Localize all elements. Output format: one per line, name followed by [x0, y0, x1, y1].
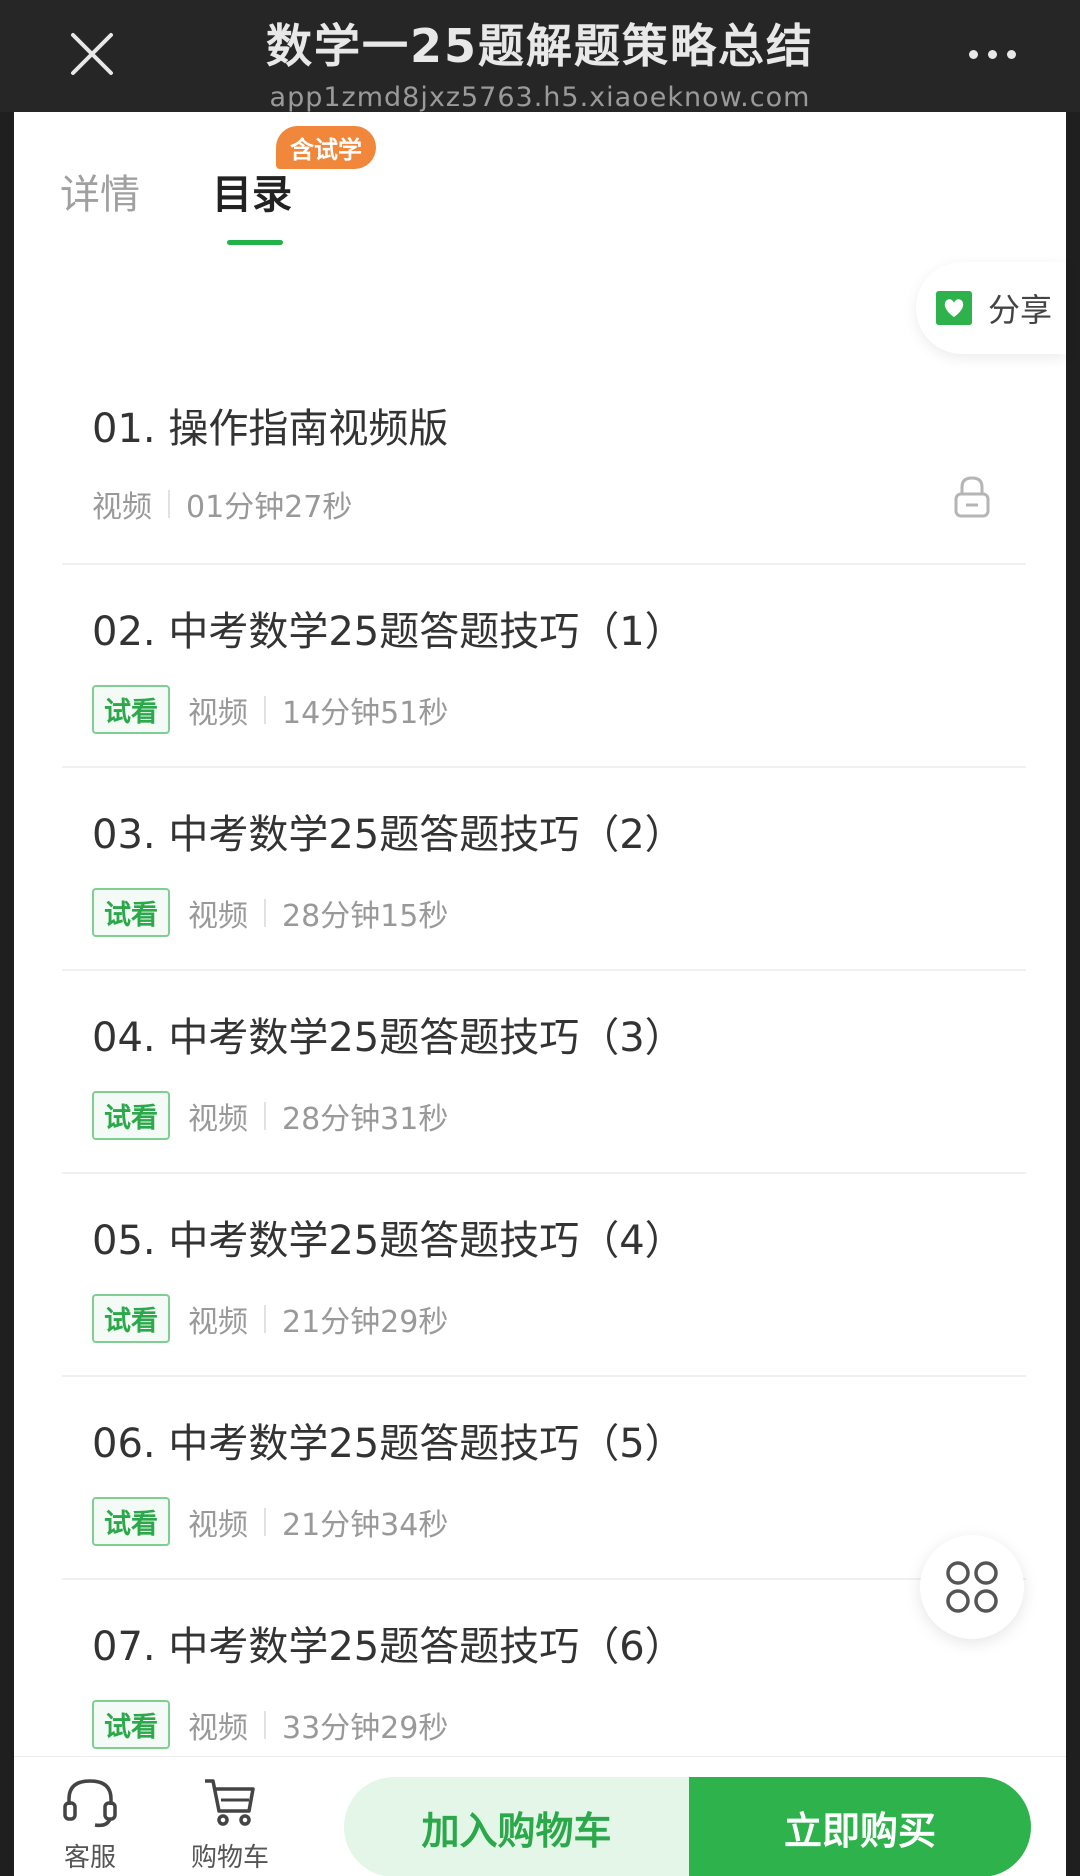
headset-icon	[63, 1779, 117, 1828]
lesson-type: 视频	[188, 1507, 248, 1543]
divider	[264, 1101, 266, 1130]
bottom-action-bar: 客服 购物车 加入购物车 立即购买	[14, 1756, 1066, 1876]
page-title: 数学一25题解题策略总结	[265, 19, 814, 73]
lesson-item[interactable]: 07. 中考数学25题答题技巧（6） 试看 视频 33分钟29秒	[62, 1580, 1026, 1783]
divider	[264, 1507, 266, 1536]
lesson-duration: 28分钟15秒	[282, 898, 449, 934]
more-dot-icon	[968, 49, 978, 59]
content-panel: 详情 目录 含试学 分享 01. 操作指南视频版 视频 01分钟27秒 02. …	[14, 112, 1066, 1876]
lesson-type: 视频	[188, 695, 248, 731]
customer-service-label: 客服	[63, 1843, 116, 1873]
share-button[interactable]: 分享	[916, 262, 1066, 354]
lesson-type: 视频	[188, 898, 248, 934]
lesson-duration: 21分钟29秒	[282, 1304, 449, 1340]
cart-button[interactable]: 购物车	[190, 1775, 270, 1874]
lesson-item[interactable]: 01. 操作指南视频版 视频 01分钟27秒	[62, 362, 1026, 565]
trial-tag: 试看	[92, 888, 170, 937]
lesson-title: 04. 中考数学25题答题技巧（3）	[92, 1015, 685, 1061]
lesson-type: 视频	[188, 1710, 248, 1746]
trial-tag: 试看	[92, 1497, 170, 1546]
lesson-meta: 试看 视频 21分钟29秒	[92, 1294, 448, 1343]
lesson-meta: 视频 01分钟27秒	[92, 482, 352, 526]
share-label: 分享	[988, 291, 1053, 329]
lesson-item[interactable]: 03. 中考数学25题答题技巧（2） 试看 视频 28分钟15秒	[62, 768, 1026, 971]
divider	[264, 1304, 266, 1333]
lesson-item[interactable]: 04. 中考数学25题答题技巧（3） 试看 视频 28分钟31秒	[62, 971, 1026, 1174]
more-dot-icon	[987, 49, 997, 59]
lesson-meta: 试看 视频 33分钟29秒	[92, 1700, 448, 1749]
share-icon	[936, 291, 972, 325]
trial-tag: 试看	[92, 1091, 170, 1140]
lesson-meta: 试看 视频 14分钟51秒	[92, 685, 448, 734]
divider	[264, 695, 266, 724]
tab-detail[interactable]: 详情	[60, 162, 140, 220]
lesson-type: 视频	[92, 490, 152, 525]
lesson-duration: 14分钟51秒	[282, 695, 449, 731]
lesson-duration: 01分钟27秒	[186, 490, 353, 525]
more-menu-button[interactable]	[952, 30, 1032, 78]
trial-tag: 试看	[92, 1700, 170, 1749]
lesson-title: 03. 中考数学25题答题技巧（2）	[92, 812, 685, 858]
title-area: 数学一25题解题策略总结 app1zmd8jxz5763.h5.xiaoekno…	[170, 10, 910, 113]
lesson-item[interactable]: 06. 中考数学25题答题技巧（5） 试看 视频 21分钟34秒	[62, 1377, 1026, 1580]
trial-tag: 试看	[92, 685, 170, 734]
divider	[264, 898, 266, 927]
lesson-title: 02. 中考数学25题答题技巧（1）	[92, 609, 685, 655]
buy-now-button[interactable]: 立即购买	[689, 1777, 1031, 1876]
trial-badge: 含试学	[276, 126, 376, 169]
lesson-type: 视频	[188, 1101, 248, 1137]
page-url: app1zmd8jxz5763.h5.xiaoeknow.com	[269, 82, 811, 113]
more-dot-icon	[1006, 49, 1016, 59]
close-button[interactable]	[60, 22, 124, 86]
lesson-duration: 33分钟29秒	[282, 1710, 449, 1746]
cart-icon	[205, 1779, 255, 1826]
lesson-meta: 试看 视频 28分钟31秒	[92, 1091, 448, 1140]
cart-label: 购物车	[190, 1843, 269, 1873]
divider	[168, 490, 170, 518]
tab-bar: 详情 目录 含试学	[14, 112, 1066, 252]
floating-menu-button[interactable]	[920, 1535, 1024, 1639]
lesson-item[interactable]: 02. 中考数学25题答题技巧（1） 试看 视频 14分钟51秒	[62, 565, 1026, 768]
lesson-meta: 试看 视频 28分钟15秒	[92, 888, 448, 937]
active-tab-indicator	[227, 240, 283, 245]
divider	[264, 1710, 266, 1739]
lesson-meta: 试看 视频 21分钟34秒	[92, 1497, 448, 1546]
add-to-cart-button[interactable]: 加入购物车	[344, 1777, 689, 1876]
lesson-title: 07. 中考数学25题答题技巧（6）	[92, 1624, 685, 1670]
lesson-duration: 21分钟34秒	[282, 1507, 449, 1543]
lesson-title: 05. 中考数学25题答题技巧（4）	[92, 1218, 685, 1264]
lock-icon	[954, 476, 990, 518]
tab-catalog[interactable]: 目录	[212, 162, 292, 220]
lesson-title: 06. 中考数学25题答题技巧（5）	[92, 1421, 685, 1467]
top-bar: 数学一25题解题策略总结 app1zmd8jxz5763.h5.xiaoekno…	[0, 0, 1080, 113]
lesson-list: 01. 操作指南视频版 视频 01分钟27秒 02. 中考数学25题答题技巧（1…	[14, 362, 1066, 1783]
grid-menu-icon	[946, 1561, 998, 1613]
trial-tag: 试看	[92, 1294, 170, 1343]
lesson-type: 视频	[188, 1304, 248, 1340]
customer-service-button[interactable]: 客服	[50, 1775, 130, 1874]
lesson-title: 01. 操作指南视频版	[92, 406, 449, 452]
close-icon	[71, 33, 113, 75]
lesson-duration: 28分钟31秒	[282, 1101, 449, 1137]
lesson-item[interactable]: 05. 中考数学25题答题技巧（4） 试看 视频 21分钟29秒	[62, 1174, 1026, 1377]
